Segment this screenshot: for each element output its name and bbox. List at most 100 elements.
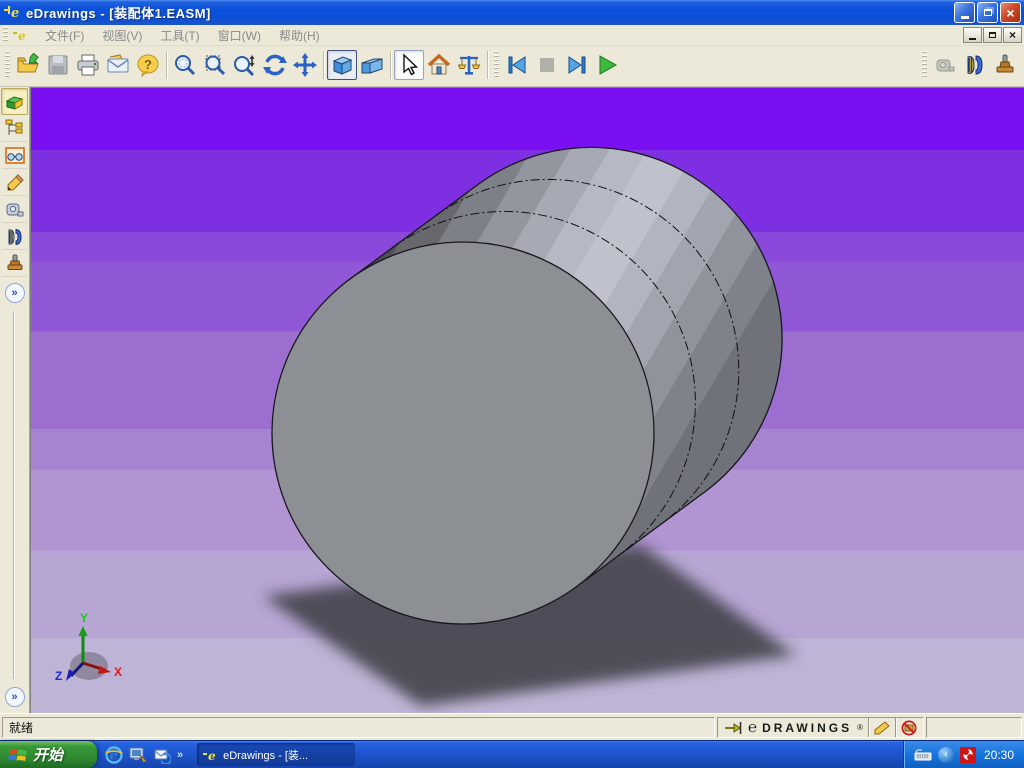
send-button[interactable] bbox=[103, 50, 133, 80]
help-button[interactable]: ? bbox=[133, 50, 163, 80]
start-label: 开始 bbox=[33, 747, 64, 764]
mdi-close-button[interactable]: × bbox=[1003, 27, 1022, 43]
open-button[interactable] bbox=[13, 50, 43, 80]
animation-next-button[interactable] bbox=[562, 50, 592, 80]
zoom-fit-icon bbox=[175, 55, 196, 76]
hidden-lines-display-button[interactable] bbox=[357, 50, 387, 80]
svg-text:?: ? bbox=[144, 57, 152, 72]
logo-name: DRAWINGS bbox=[762, 720, 853, 735]
menu-tools[interactable]: 工具(T) bbox=[151, 25, 208, 46]
close-button[interactable]: × bbox=[1000, 2, 1021, 23]
toolbar: ? bbox=[0, 46, 1024, 87]
hide-tray-icons-button[interactable]: ‹ bbox=[937, 746, 954, 763]
animation-play-button[interactable] bbox=[592, 50, 622, 80]
next-icon bbox=[568, 56, 586, 74]
menubar-grip[interactable] bbox=[3, 27, 8, 43]
show-desktop-icon[interactable] bbox=[129, 746, 147, 764]
taskbar-empty bbox=[355, 741, 903, 768]
task-button-edrawings[interactable]: e eDrawings - [装... bbox=[197, 743, 356, 766]
mdi-restore-button[interactable] bbox=[983, 27, 1002, 43]
printer-icon bbox=[77, 54, 99, 76]
edrawings-logo: ℮ DRAWINGS ® bbox=[748, 718, 863, 737]
toolbar-separator-2 bbox=[323, 51, 324, 79]
save-button[interactable] bbox=[43, 50, 73, 80]
cross-section-icon bbox=[967, 55, 983, 75]
status-bar: 就绪 ℮ DRAWINGS ® bbox=[0, 713, 1024, 740]
menu-bar: e 文件(F) 视图(V) 工具(T) 窗口(W) 帮助(H) × bbox=[0, 25, 1024, 46]
home-view-button[interactable] bbox=[424, 50, 454, 80]
zoom-inout-button[interactable] bbox=[230, 50, 260, 80]
measure-button[interactable] bbox=[930, 50, 960, 80]
sidebar-measure-button[interactable] bbox=[1, 196, 28, 223]
shaded-cube-icon bbox=[332, 56, 353, 75]
zoom-area-button[interactable] bbox=[200, 50, 230, 80]
select-arrow-icon bbox=[403, 53, 419, 76]
select-button[interactable] bbox=[394, 50, 424, 80]
taskbar: 开始 e » e eDrawings - [装... ‹ 20:30 bbox=[0, 740, 1024, 768]
animation-stop-button[interactable] bbox=[532, 50, 562, 80]
cross-section-button[interactable] bbox=[960, 50, 990, 80]
pan-icon bbox=[293, 53, 317, 77]
ime-tray-icon[interactable] bbox=[959, 746, 976, 763]
stamp-button[interactable] bbox=[990, 50, 1020, 80]
model-cylinder[interactable] bbox=[271, 146, 783, 625]
menu-file[interactable]: 文件(F) bbox=[36, 25, 93, 46]
internet-explorer-icon[interactable]: e bbox=[105, 745, 123, 764]
panel-splitter[interactable] bbox=[10, 311, 19, 679]
tray-clock[interactable]: 20:30 bbox=[984, 748, 1014, 762]
sidebar-markup-button[interactable] bbox=[1, 169, 28, 196]
sidebar-section-button[interactable] bbox=[1, 223, 28, 250]
mdi-close-icon: × bbox=[1008, 28, 1016, 42]
pencil-icon bbox=[7, 173, 24, 190]
sidebar-views-button[interactable] bbox=[1, 142, 28, 169]
toolbar-separator-4 bbox=[487, 51, 488, 79]
title-bar: e eDrawings - [装配体1.EASM] × bbox=[0, 0, 1024, 25]
mdi-restore-icon bbox=[989, 32, 996, 38]
zoom-fit-button[interactable] bbox=[170, 50, 200, 80]
mdi-minimize-button[interactable] bbox=[963, 27, 982, 43]
menu-view[interactable]: 视图(V) bbox=[93, 25, 151, 46]
restore-button[interactable] bbox=[977, 2, 998, 23]
toolbar-grip-3[interactable] bbox=[922, 51, 927, 79]
outlook-express-icon[interactable] bbox=[153, 746, 171, 764]
start-button[interactable]: 开始 bbox=[0, 741, 97, 768]
sidebar-stamp-button[interactable] bbox=[1, 250, 28, 277]
status-empty-panel bbox=[926, 717, 1022, 738]
mass-properties-button[interactable] bbox=[454, 50, 484, 80]
minimize-button[interactable] bbox=[954, 2, 975, 23]
viewport[interactable]: Y X Z bbox=[30, 87, 1024, 713]
balance-scale-icon bbox=[457, 56, 481, 75]
menu-window[interactable]: 窗口(W) bbox=[209, 25, 270, 46]
panel-expand-bottom-button[interactable]: » bbox=[4, 687, 25, 707]
toolbar-grip-1[interactable] bbox=[5, 51, 10, 79]
shaded-display-button[interactable] bbox=[327, 50, 357, 80]
print-button[interactable] bbox=[73, 50, 103, 80]
quick-launch: e » bbox=[97, 741, 191, 768]
logo-e: ℮ bbox=[748, 718, 758, 736]
stamp-icon bbox=[996, 54, 1014, 73]
rotate-icon bbox=[263, 54, 287, 76]
system-tray: ‹ 20:30 bbox=[902, 741, 1024, 768]
status-divider-2 bbox=[895, 718, 896, 737]
animation-previous-button[interactable] bbox=[502, 50, 532, 80]
pan-button[interactable] bbox=[290, 50, 320, 80]
toolbar-separator-1 bbox=[166, 51, 167, 79]
markup-pencil-icon bbox=[874, 720, 890, 734]
status-brand-panel: ℮ DRAWINGS ® bbox=[717, 717, 924, 738]
document-icon: e bbox=[13, 29, 26, 43]
keyboard-tray-icon[interactable] bbox=[914, 749, 932, 761]
side-panel: » » bbox=[0, 87, 30, 713]
panel-expand-top-button[interactable]: » bbox=[4, 283, 25, 303]
sidebar-model-button[interactable] bbox=[1, 88, 28, 115]
rotate-button[interactable] bbox=[260, 50, 290, 80]
toolbar-grip-2[interactable] bbox=[494, 51, 499, 79]
restore-icon bbox=[983, 9, 992, 16]
menu-help[interactable]: 帮助(H) bbox=[270, 25, 329, 46]
sidebar-components-button[interactable] bbox=[1, 115, 28, 142]
mdi-minimize-icon bbox=[969, 38, 976, 40]
status-divider-1 bbox=[868, 718, 869, 737]
quick-launch-more-chevron[interactable]: » bbox=[177, 749, 183, 761]
edrawings-app-icon: e bbox=[4, 6, 19, 21]
open-folder-icon bbox=[17, 53, 39, 73]
task-edrawings-icon: e bbox=[203, 749, 216, 762]
